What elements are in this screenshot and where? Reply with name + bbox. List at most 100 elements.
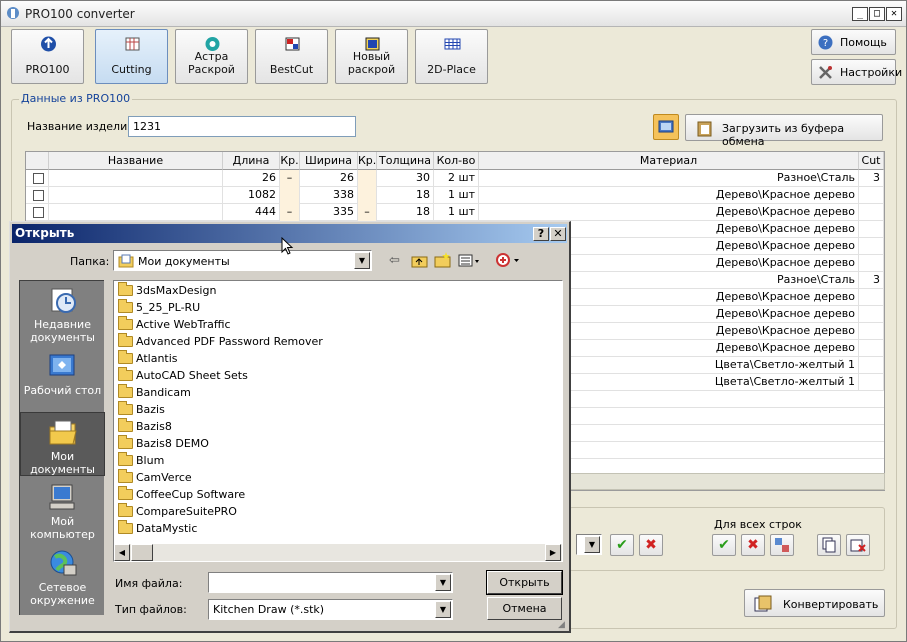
cancel-button[interactable]: Отмена [487,597,562,620]
scroll-right-icon[interactable]: ▶ [545,544,561,561]
close-button[interactable]: ✕ [886,7,902,21]
chevron-down-icon[interactable]: ▼ [354,252,370,269]
places-item-4[interactable]: Мой компьютер [20,478,105,542]
table-cell: Дерево\Красное дерево [479,187,859,204]
places-item-label: Рабочий стол [23,384,102,397]
table-cell [859,221,884,238]
apply-all-button[interactable]: ✔ [712,534,736,556]
toolbar-button-5[interactable]: Новый раскрой [335,29,408,84]
places-item-3[interactable]: Мои документы [20,412,105,476]
toolbar-button-4[interactable]: BestCut [255,29,328,84]
load-from-clipboard-button[interactable]: Загрузить из буфера обмена [685,114,883,148]
chevron-down-icon[interactable]: ▼ [435,574,451,591]
row-checkbox[interactable] [33,190,44,201]
toolbar-button-2[interactable]: Cutting [95,29,168,84]
swap-all-button[interactable] [770,534,794,556]
apply-row-button[interactable]: ✔ [610,534,634,556]
scroll-thumb[interactable] [131,544,153,561]
file-list-scrollbar[interactable]: ◀ ▶ [114,544,562,561]
file-name: 3dsMaxDesign [136,284,217,297]
tools-menu-icon[interactable] [495,252,523,269]
table-cell: 1 шт [434,187,479,204]
my-documents-folder-icon [118,254,134,268]
copy-button[interactable] [817,534,841,556]
clipboard-view-button[interactable] [653,114,679,140]
dialog-close-button[interactable]: ✕ [550,227,566,241]
table-cell [49,170,223,187]
table-cell[interactable] [26,170,49,187]
folder-value: Мои документы [138,255,230,268]
folder-icon [118,418,133,432]
chevron-down-icon[interactable]: ▼ [435,601,451,618]
help-label: Помощь [840,36,887,49]
help-icon: ? [818,35,833,50]
help-button[interactable]: ? Помощь [811,29,896,55]
table-header-cell: Название [49,152,223,170]
open-file-dialog: Открыть ? ✕ Папка: Мои документы ▼ ⇦ Нед… [9,221,571,633]
folder-icon [118,367,133,381]
folder-icon [118,435,133,449]
file-name: Bazis8 [136,420,172,433]
file-name: Active WebTraffic [136,318,231,331]
folder-icon [118,350,133,364]
folder-icon [118,316,133,330]
file-name-label: Имя файла: [115,577,183,590]
new-folder-icon[interactable] [434,252,452,269]
open-button[interactable]: Открыть [486,570,563,595]
row-checkbox[interactable] [33,207,44,218]
table-cell[interactable] [26,204,49,221]
places-item-1[interactable]: Недавние документы [20,281,105,345]
view-menu-icon[interactable] [458,254,482,268]
resize-grip-icon[interactable]: ◢ [558,620,565,630]
toolbar-button-3[interactable]: Астра Раскрой [175,29,248,84]
dialog-help-button[interactable]: ? [533,227,549,241]
table-cell: 18 [377,204,434,221]
window-title: PRO100 converter [25,7,135,21]
row-checkbox[interactable] [33,173,44,184]
product-name-input[interactable]: 1231 [128,116,356,137]
toolbar-button-1[interactable]: PRO100 [11,29,84,84]
toolbar-button-label: Новый раскрой [347,50,396,76]
folder-icon [118,299,133,313]
monitor-icon [658,120,674,133]
folder-icon [118,333,133,347]
folder-icon [118,520,133,534]
file-list[interactable]: 3dsMaxDesign 5_25_PL-RU Active WebTraffic A… [113,280,563,562]
folder-icon [118,452,133,466]
file-type-label: Тип файлов: [115,603,187,616]
file-name-input[interactable]: ▼ [208,572,453,593]
table-row[interactable]: 1082 338 18 1 шт Дерево\Красное дерево [26,187,884,204]
back-icon[interactable]: ⇦ [389,253,400,268]
places-item-label: Недавние документы [30,318,95,344]
table-header-cell: Cut [859,152,884,170]
dialog-title: Открыть [15,226,75,240]
table-cell[interactable] [26,187,49,204]
minimize-button[interactable]: _ [852,7,868,21]
places-item-5[interactable]: Сетевое окружение [20,544,105,608]
folder-icon [118,401,133,415]
scroll-left-icon[interactable]: ◀ [114,544,130,561]
table-cell: 1082 [223,187,280,204]
swap-icon [775,538,789,552]
convert-button[interactable]: Конвертировать [744,589,885,617]
toolbar-button-6[interactable]: 2D-Place [415,29,488,84]
cancel-all-button[interactable]: ✖ [741,534,765,556]
table-cell: – [358,204,377,221]
clear-button[interactable] [846,534,870,556]
places-item-2[interactable]: Рабочий стол [20,347,105,411]
cancel-row-button[interactable]: ✖ [639,534,663,556]
folder-combo[interactable]: Мои документы ▼ [113,250,372,271]
table-row[interactable]: 26–26 30 2 шт Разное\Сталь 3 [26,170,884,187]
file-type-select[interactable]: Kitchen Draw (*.stk) ▼ [208,599,453,620]
up-folder-icon[interactable] [411,253,429,269]
table-cell: 338 [300,187,358,204]
chevron-down-icon[interactable]: ▼ [584,536,600,553]
maximize-button[interactable]: □ [869,7,885,21]
material-dropdown[interactable]: ▼ [576,534,602,555]
copy-icon [822,537,836,553]
table-row[interactable]: 444–335–18 1 шт Дерево\Красное дерево [26,204,884,221]
table-cell: 335 [300,204,358,221]
file-name: Advanced PDF Password Remover [136,335,323,348]
settings-button[interactable]: Настройки [811,59,902,85]
file-name: CamVerce [136,471,192,484]
